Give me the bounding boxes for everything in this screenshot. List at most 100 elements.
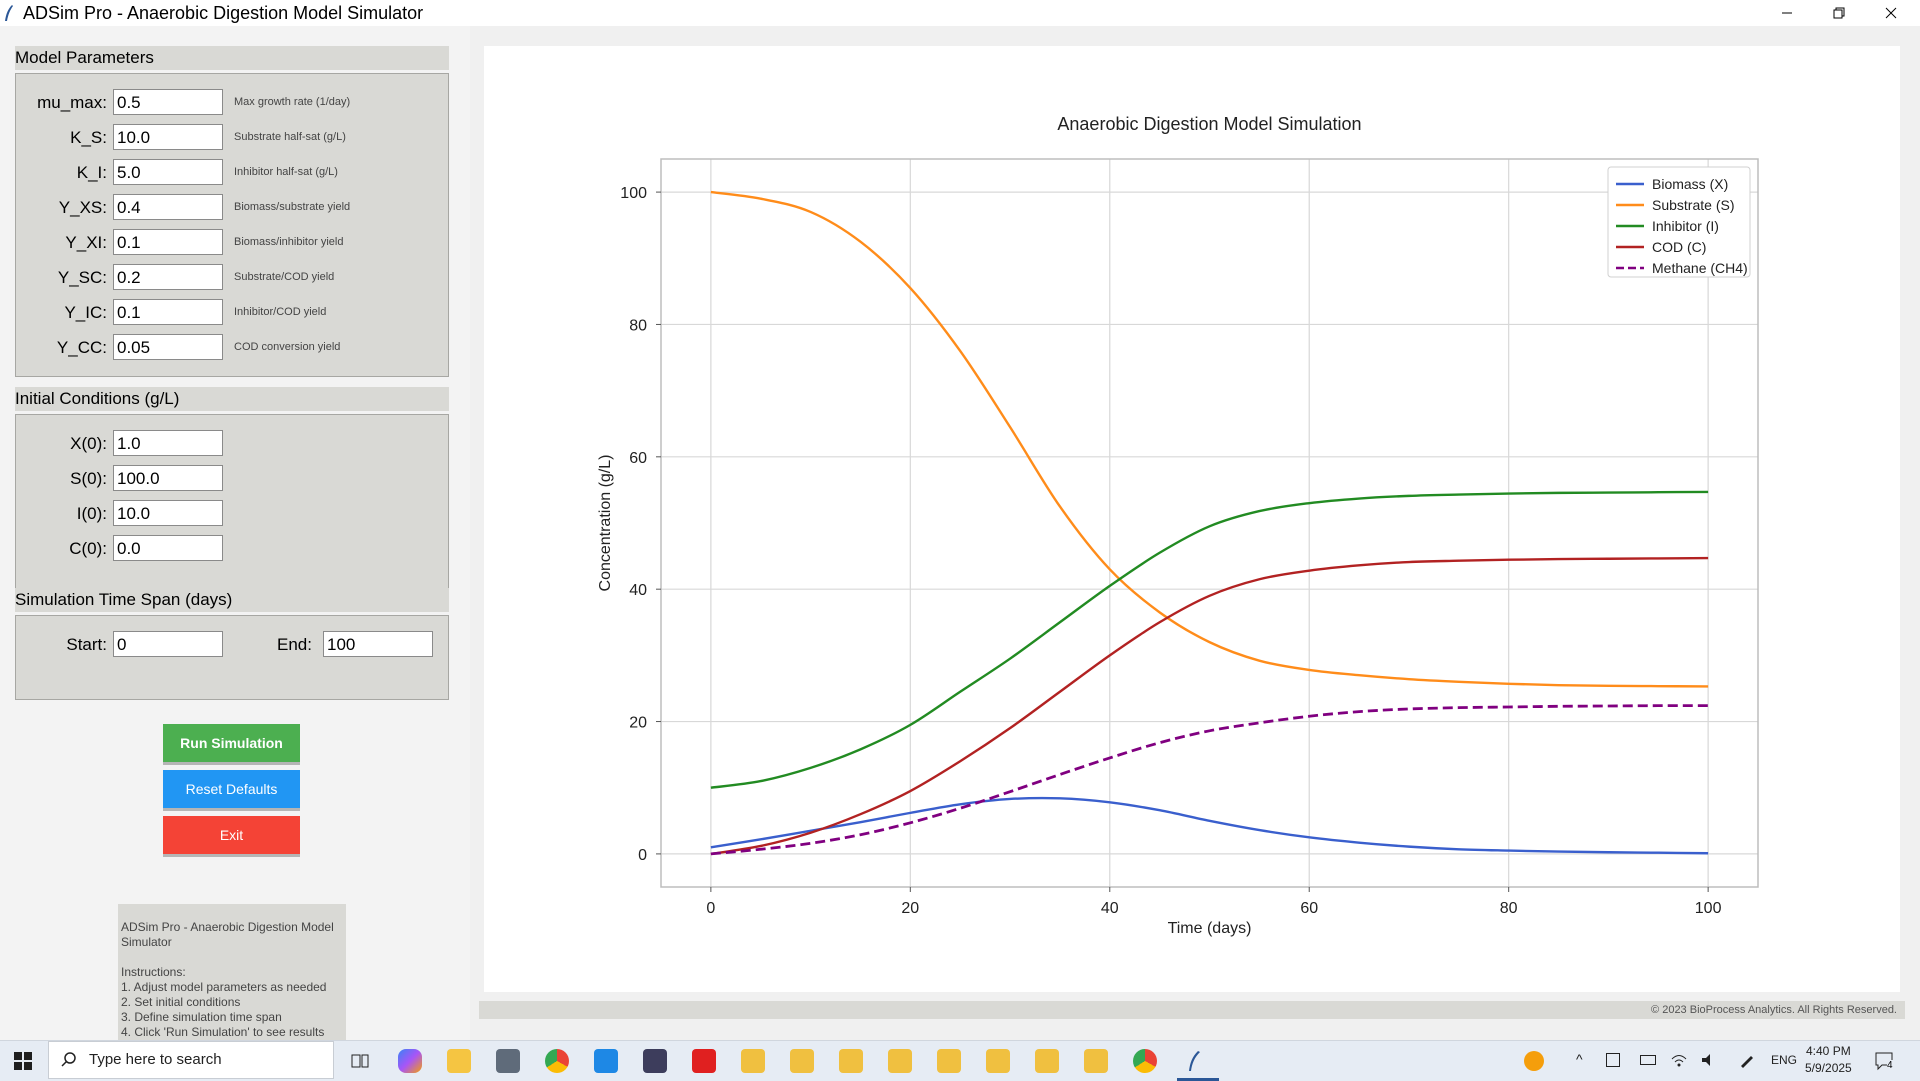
folder-icon[interactable] [1035, 1049, 1059, 1073]
param-label: K_I: [76, 163, 107, 182]
restore-button[interactable] [1814, 0, 1864, 26]
folder-icon[interactable] [986, 1049, 1010, 1073]
exit-button[interactable]: Exit [163, 816, 300, 854]
i0-input[interactable]: 10.0 [113, 500, 223, 526]
param-desc: Biomass/substrate yield [234, 201, 351, 213]
acrobat-icon[interactable] [692, 1049, 716, 1073]
language-indicator[interactable]: ENG [1771, 1053, 1797, 1067]
series-line-methane-ch4 [710, 704, 1709, 856]
end-input[interactable]: 100 [323, 631, 433, 657]
search-box[interactable]: Type here to search [48, 1041, 334, 1079]
restore-icon [1833, 7, 1845, 19]
window-title: ADSim Pro - Anaerobic Digestion Model Si… [23, 3, 424, 23]
chrome-icon[interactable] [1133, 1049, 1157, 1073]
time-span-title: Simulation Time Span (days) [15, 590, 233, 609]
x0-input[interactable]: 1.0 [113, 430, 223, 456]
initial-conditions-title: Initial Conditions (g/L) [15, 389, 180, 408]
clock[interactable]: 4:40 PM 5/9/2025 [1805, 1043, 1852, 1077]
x0-label: X(0): [70, 434, 107, 453]
python-feather-icon[interactable] [1182, 1049, 1206, 1073]
x-tick-label: 60 [1300, 900, 1318, 917]
series-line-substrate-s [710, 190, 1709, 688]
run-simulation-button[interactable]: Run Simulation [163, 724, 300, 762]
param-label: Y_IC: [64, 303, 107, 322]
param-desc: Biomass/inhibitor yield [234, 236, 344, 248]
windows-start-icon[interactable] [14, 1052, 32, 1070]
initial-conditions-header: Initial Conditions (g/L) [15, 387, 449, 411]
volume-icon[interactable] [1700, 1051, 1718, 1069]
y-sc-input[interactable]: 0.2 [113, 264, 223, 290]
copyright-text: © 2023 BioProcess Analytics. All Rights … [1651, 1004, 1897, 1016]
c0-input[interactable]: 0.0 [113, 535, 223, 561]
model-parameters-box [15, 73, 449, 377]
param-label: K_S: [70, 128, 107, 147]
folder-icon[interactable] [790, 1049, 814, 1073]
mu-max-input[interactable]: 0.5 [113, 89, 223, 115]
legend-entry: Biomass (X) [1652, 176, 1728, 192]
device-icon[interactable] [1606, 1053, 1620, 1067]
y-tick-label: 20 [629, 715, 647, 732]
folder-icon[interactable] [741, 1049, 765, 1073]
notification-icon[interactable]: 4 [1874, 1051, 1896, 1071]
vscode-icon[interactable] [594, 1049, 618, 1073]
pen-icon[interactable] [1738, 1051, 1756, 1069]
y-cc-input[interactable]: 0.05 [113, 334, 223, 360]
minimize-button[interactable] [1762, 0, 1812, 26]
start-label: Start: [66, 635, 107, 654]
clock-time: 4:40 PM [1806, 1044, 1851, 1058]
folder-icon[interactable] [937, 1049, 961, 1073]
y-xs-input[interactable]: 0.4 [113, 194, 223, 220]
i0-label: I(0): [76, 504, 107, 523]
status-bar: © 2023 BioProcess Analytics. All Rights … [479, 1001, 1905, 1019]
camera-icon[interactable] [496, 1049, 520, 1073]
param-label: Y_XS: [58, 198, 107, 217]
x-tick-label: 20 [901, 900, 919, 917]
weather-icon[interactable] [1524, 1051, 1544, 1071]
y-xi-input[interactable]: 0.1 [113, 229, 223, 255]
s0-input[interactable]: 100.0 [113, 465, 223, 491]
clock-date: 5/9/2025 [1805, 1061, 1852, 1075]
y-tick-label: 60 [629, 450, 647, 467]
k-i-input[interactable]: 5.0 [113, 159, 223, 185]
title-bar: ADSim Pro - Anaerobic Digestion Model Si… [0, 0, 1920, 26]
close-button[interactable] [1866, 0, 1916, 26]
chrome-icon[interactable] [545, 1049, 569, 1073]
plot-panel: 0 20 40 60 80 100 0 20 40 60 80 100 Anaerobic Digest… [484, 46, 1900, 992]
chevron-up-icon[interactable]: ^ [1576, 1051, 1583, 1067]
folder-icon[interactable] [839, 1049, 863, 1073]
param-desc: Max growth rate (1/day) [234, 96, 351, 108]
folder-icon[interactable] [1084, 1049, 1108, 1073]
legend-entry: Methane (CH4) [1652, 260, 1748, 276]
param-label: Y_CC: [56, 338, 107, 357]
chart-title: Anaerobic Digestion Model Simulation [1057, 114, 1361, 134]
y-tick-label: 80 [629, 317, 647, 334]
battery-icon[interactable] [1640, 1055, 1656, 1065]
folder-icon[interactable] [888, 1049, 912, 1073]
task-view-icon[interactable] [350, 1051, 370, 1071]
reset-defaults-button[interactable]: Reset Defaults [163, 770, 300, 808]
series-line-biomass-x [710, 796, 1709, 855]
notification-count: 4 [1887, 1060, 1893, 1071]
close-icon [1885, 7, 1897, 19]
end-label: End: [277, 635, 312, 654]
param-desc: Inhibitor/COD yield [234, 306, 327, 318]
s0-label: S(0): [70, 469, 107, 488]
param-desc: Inhibitor half-sat (g/L) [234, 166, 338, 178]
time-span-header: Simulation Time Span (days) [15, 588, 449, 612]
series-line-cod-c [710, 556, 1709, 856]
param-desc: COD conversion yield [234, 341, 341, 353]
x-tick-label: 40 [1101, 900, 1119, 917]
k-s-input[interactable]: 10.0 [113, 124, 223, 150]
app-feather-icon [5, 5, 13, 21]
y-ic-input[interactable]: 0.1 [113, 299, 223, 325]
file-explorer-icon[interactable] [447, 1049, 471, 1073]
x-tick-label: 0 [706, 900, 715, 917]
chart-svg: 0 20 40 60 80 100 0 20 40 60 80 100 Anaerobic Digest… [597, 114, 1759, 937]
wifi-icon[interactable] [1670, 1051, 1688, 1069]
copilot-icon[interactable] [398, 1049, 422, 1073]
y-tick-label: 40 [629, 582, 647, 599]
legend-entry: Inhibitor (I) [1652, 218, 1719, 234]
start-input[interactable]: 0 [113, 631, 223, 657]
x-axis-label: Time (days) [1168, 920, 1252, 937]
typora-icon[interactable] [643, 1049, 667, 1073]
